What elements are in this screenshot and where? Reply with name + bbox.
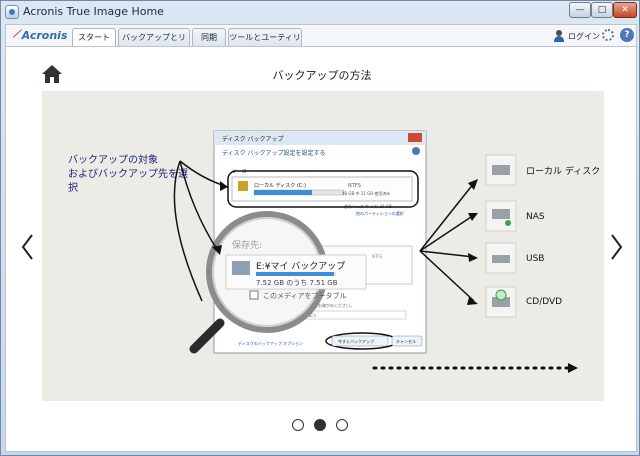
help-icon[interactable]: ? [620, 28, 634, 42]
login-link[interactable]: ログイン [568, 31, 600, 42]
dialog-options-link: ディスクのバックアップ オプション [238, 340, 303, 346]
tab-start[interactable]: スタート [72, 28, 116, 48]
destination-cd-dvd: CD/DVD [485, 286, 562, 318]
hard-disk-icon [492, 165, 510, 175]
close-button[interactable]: ✕ [613, 2, 637, 18]
dialog-cancel-button: キャンセル [396, 339, 416, 344]
callout-line-2: およびバックアップ先を選 [68, 167, 188, 180]
dialog-source-item: ローカル ディスク (C:) [254, 182, 306, 189]
destination-arrows [419, 182, 475, 302]
dialog-dest-size: 7.52 GB のうち 7.51 GB [256, 279, 338, 287]
source-usage-bar [254, 190, 312, 195]
page-title: バックアップの方法 [272, 69, 372, 82]
dialog-dest-fs: NTFS [372, 254, 383, 259]
minimize-button[interactable]: — [569, 2, 591, 18]
tab-backup-recovery[interactable]: バックアップとリカバリ [118, 28, 190, 59]
dialog-subtitle: ディスク バックアップ設定を設定する [222, 149, 326, 157]
destination-label-nas: NAS [526, 212, 545, 222]
dialog-source-fs: NTFS [348, 183, 361, 189]
destination-label-local-disk: ローカル ディスク [526, 165, 600, 177]
continue-arrow-icon [568, 363, 578, 373]
dialog-close-button [408, 133, 422, 142]
tab-bar: ⟋ Acronis スタート バックアップとリカバリ 同期 ツールとユーティリテ… [5, 24, 637, 59]
bootable-checkbox [249, 290, 259, 300]
dialog-dest-label: 保存先: [232, 239, 262, 251]
dialog-source-info: 合計ソース サイズ: 31 GB [344, 203, 392, 209]
usb-drive-icon [492, 255, 510, 263]
dialog-title: ディスク バックアップ [222, 135, 284, 143]
dest-drive-icon [232, 261, 250, 275]
destination-label-cd-dvd: CD/DVD [526, 297, 562, 307]
user-icon[interactable] [554, 30, 564, 42]
app-window: Acronis True Image Home — □ ✕ ⟋ Acronis … [0, 0, 640, 456]
dialog-dest-checkbox: このメディアをブータブル [263, 291, 347, 300]
illustration-canvas: ディスク バックアップ ディスク バックアップ設定を設定する ソース ローカル … [68, 130, 600, 373]
dialog-source-link: 他のパーティションの選択 [356, 210, 404, 216]
source-disk-icon [238, 181, 248, 191]
pager-dot-2[interactable] [314, 419, 326, 431]
tab-tools-utilities[interactable]: ツールとユーティリティ [228, 28, 302, 59]
acronis-logo: ⟋ Acronis [13, 29, 68, 42]
dialog-help-icon [412, 147, 420, 155]
dest-usage-bar [256, 272, 334, 276]
title-bar: Acronis True Image Home — □ ✕ [1, 1, 639, 23]
dialog-backup-now-button: 今すぐバックアップ [338, 338, 374, 344]
app-icon [5, 5, 19, 19]
pager-dot-1[interactable] [292, 419, 304, 431]
tab-sync[interactable]: 同期 [192, 28, 226, 47]
gear-icon[interactable] [602, 29, 614, 41]
destination-label-usb: USB [526, 254, 544, 264]
main-content: バックアップの方法 ディスク バックアップ ディスク バックアップ設定を設定する… [5, 46, 637, 452]
next-slide-arrow-icon[interactable] [610, 233, 624, 261]
destination-nas: NAS [485, 200, 545, 232]
maximize-button[interactable]: □ [591, 2, 613, 18]
nas-icon [492, 209, 510, 219]
dialog-source-label: ソース [232, 169, 247, 175]
pager-dot-3[interactable] [336, 419, 348, 431]
destination-local-disk: ローカル ディスク [485, 154, 600, 186]
window-title: Acronis True Image Home [23, 5, 164, 18]
dialog-dest-item: E:¥マイ バックアップ [256, 261, 345, 272]
tutorial-illustration: ディスク バックアップ ディスク バックアップ設定を設定する ソース ローカル … [42, 91, 604, 401]
previous-slide-arrow-icon[interactable] [20, 233, 34, 261]
callout-line-3: 択 [68, 181, 78, 194]
dialog-source-size: 48 GB 中 31 GB 使用済み [342, 190, 390, 196]
destination-usb: USB [485, 242, 544, 274]
callout-line-1: バックアップの対象 [68, 153, 158, 166]
